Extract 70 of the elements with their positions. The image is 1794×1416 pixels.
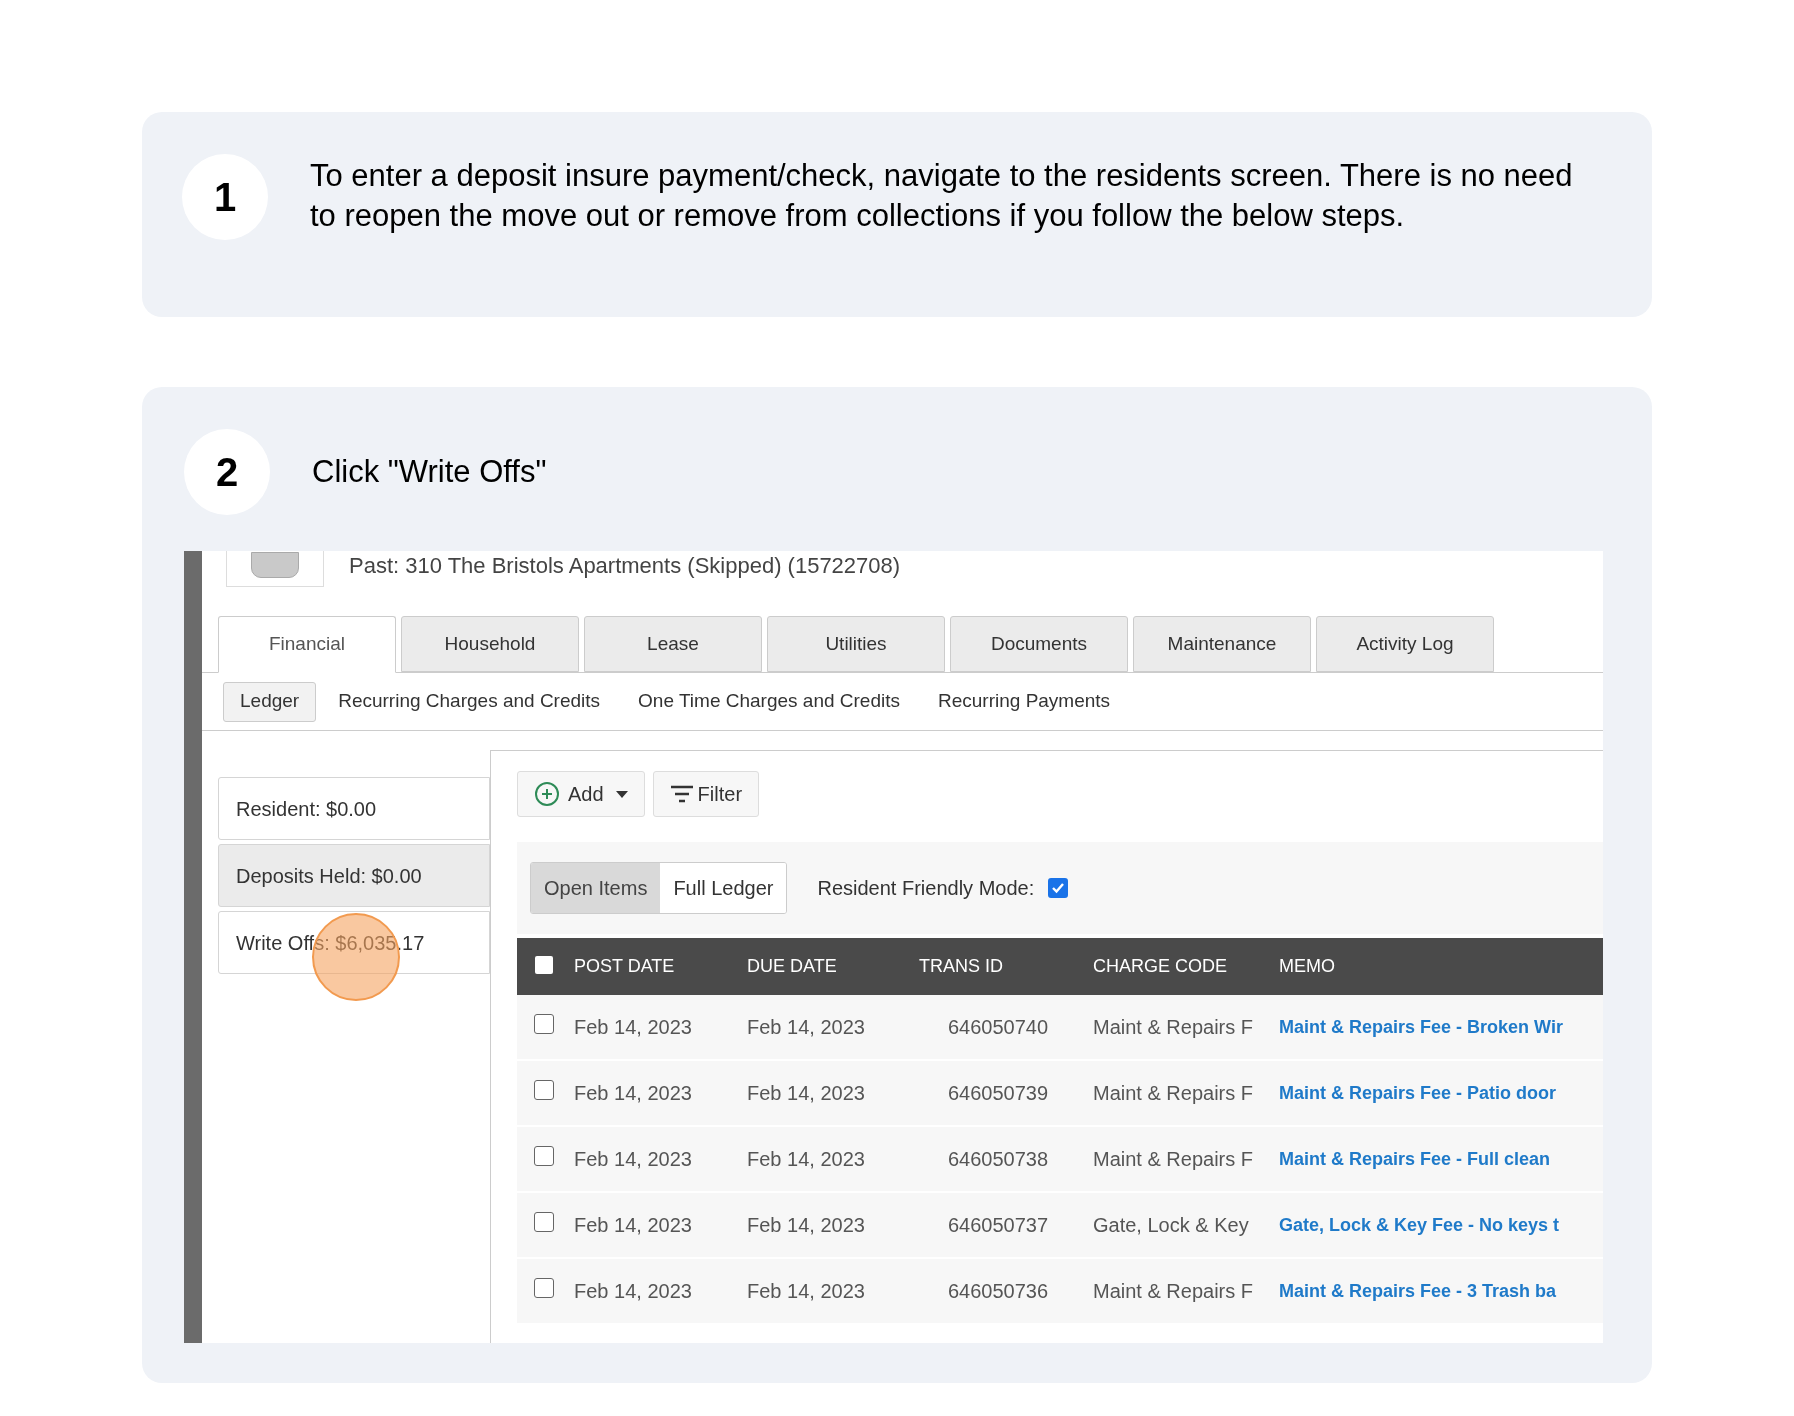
table-row[interactable]: Feb 14, 2023 Feb 14, 2023 646050737 Gate, Lock & Key Gate, Lock & Key Fee - No keys t (517, 1193, 1603, 1259)
view-toggle[interactable]: Open Items (531, 863, 661, 913)
tab[interactable]: Lease (584, 616, 762, 672)
table-cell-text: Maint & Repairs F (1093, 1081, 1255, 1106)
column-header: POST DATE (574, 955, 676, 978)
table-row[interactable]: Feb 14, 2023 Feb 14, 2023 646050739 Maint & Repairs F Maint & Repairs Fee - Patio door (517, 1061, 1603, 1127)
tab[interactable]: Documents (950, 616, 1128, 672)
balance-item[interactable]: Deposits Held: $0.00 (218, 844, 490, 907)
table-row[interactable]: Feb 14, 2023 Feb 14, 2023 646050736 Maint & Repairs F Maint & Repairs Fee - 3 Trash ba (517, 1259, 1603, 1325)
table-cell-text: Feb 14, 2023 (747, 1015, 866, 1040)
view-toggle[interactable]: Full Ledger (660, 863, 787, 913)
table-cell-text: Feb 14, 2023 (574, 1015, 693, 1040)
filter-button[interactable]: Filter (652, 771, 760, 817)
memo-link[interactable]: Maint & Repairs Fee - Full clean (1279, 1145, 1579, 1173)
add-button[interactable]: Add (517, 771, 645, 817)
table-cell-text: Maint & Repairs F (1093, 1015, 1255, 1040)
checkbox[interactable] (1048, 878, 1069, 898)
table-cell-text: Feb 14, 2023 (747, 1081, 866, 1106)
table-cell-text: Feb 14, 2023 (747, 1147, 866, 1172)
memo-link[interactable]: Maint & Repairs Fee - 3 Trash ba (1279, 1277, 1579, 1305)
checkbox[interactable] (534, 1212, 554, 1232)
column-header: CHARGE CODE (1093, 955, 1228, 978)
avatar-icon (251, 551, 299, 578)
step-number: 1 (182, 154, 268, 240)
table-cell-text: Feb 14, 2023 (574, 1279, 693, 1304)
table-cell-text: Feb 14, 2023 (747, 1279, 866, 1304)
table-cell-text: 646050739 (946, 1081, 1049, 1106)
checkbox[interactable] (534, 1278, 554, 1298)
filter-icon (669, 784, 694, 804)
checkmark-icon (1051, 881, 1066, 895)
tab[interactable]: Activity Log (1316, 616, 1494, 672)
column-header: MEMO (1279, 955, 1336, 978)
table-cell-text: Maint & Repairs F (1093, 1279, 1255, 1304)
memo-link[interactable]: Gate, Lock & Key Fee - No keys t (1279, 1211, 1579, 1239)
tab[interactable]: Maintenance (1133, 616, 1311, 672)
table-cell-text: Feb 14, 2023 (574, 1147, 693, 1172)
checkbox-label: Resident Friendly Mode: (817, 876, 1035, 901)
table-cell-text: 646050736 (946, 1279, 1049, 1304)
tab[interactable]: Utilities (767, 616, 945, 672)
table-cell-text: 646050740 (946, 1015, 1049, 1040)
table-row[interactable]: Feb 14, 2023 Feb 14, 2023 646050740 Maint & Repairs F Maint & Repairs Fee - Broken Wir (517, 995, 1603, 1061)
table-cell-text: Feb 14, 2023 (574, 1213, 693, 1238)
table-cell-text: Feb 14, 2023 (574, 1081, 693, 1106)
column-header: DUE DATE (747, 955, 838, 978)
tab[interactable]: Household (401, 616, 579, 672)
table-cell-text: Gate, Lock & Key (1093, 1213, 1250, 1238)
table-row[interactable]: Feb 14, 2023 Feb 14, 2023 646050738 Maint & Repairs F Maint & Repairs Fee - Full clean (517, 1127, 1603, 1193)
checkbox[interactable] (534, 1146, 554, 1166)
subtab[interactable]: Recurring Payments (922, 681, 1127, 722)
subtab[interactable]: One Time Charges and Credits (622, 681, 916, 722)
step-instruction: Click "Write Offs" (312, 452, 547, 491)
memo-link[interactable]: Maint & Repairs Fee - Broken Wir (1279, 1013, 1579, 1041)
checkbox[interactable] (534, 1080, 554, 1100)
table-cell-text: 646050738 (946, 1147, 1049, 1172)
balance-item[interactable]: Resident: $0.00 (218, 777, 490, 840)
checkbox[interactable] (534, 1014, 554, 1034)
resident-header: Past: 310 The Bristols Apartments (Skipped) (15722708) (349, 553, 901, 579)
tab[interactable]: Financial (218, 616, 396, 673)
plus-circle-icon (534, 781, 560, 807)
table-cell-text: Maint & Repairs F (1093, 1147, 1255, 1172)
subtab[interactable]: Ledger (223, 681, 317, 722)
checkbox[interactable] (535, 955, 553, 974)
table-cell-text: Feb 14, 2023 (747, 1213, 866, 1238)
subtab[interactable]: Recurring Charges and Credits (322, 681, 617, 722)
column-header: TRANS ID (919, 955, 1004, 978)
step-instruction: To enter a deposit insure payment/check, navigate to the residents screen. There is no need to reopen the move out or remove from collections if you follow the below steps. (310, 157, 1574, 235)
caret-icon (615, 790, 628, 798)
table-cell-text: 646050737 (946, 1213, 1049, 1238)
memo-link[interactable]: Maint & Repairs Fee - Patio door (1279, 1079, 1579, 1107)
step-number: 2 (184, 429, 270, 515)
